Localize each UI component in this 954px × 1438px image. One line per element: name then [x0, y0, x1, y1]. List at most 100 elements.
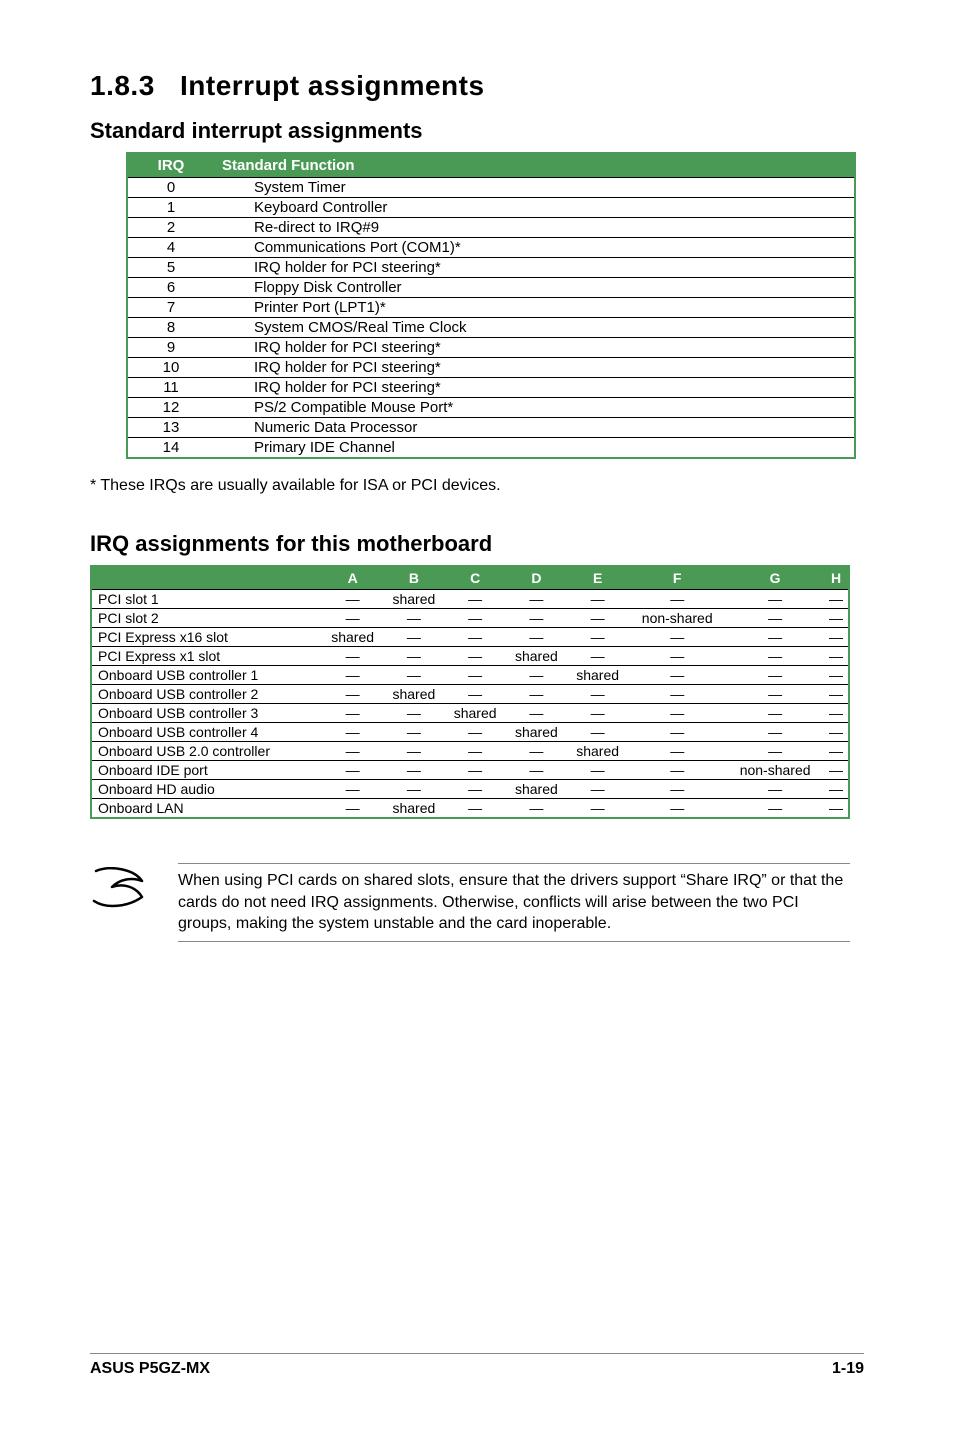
irq-cell: 12 — [127, 398, 214, 418]
table-row: 1Keyboard Controller — [127, 198, 855, 218]
irq-cell: 4 — [127, 238, 214, 258]
assignment-cell: — — [506, 590, 567, 609]
assignment-cell: — — [726, 704, 824, 723]
table-row: 0System Timer — [127, 178, 855, 198]
assignment-cell: — — [322, 780, 383, 799]
callout-text: When using PCI cards on shared slots, en… — [178, 863, 850, 942]
assignment-cell: — — [383, 666, 444, 685]
assignment-cell: — — [567, 780, 628, 799]
irq-cell: 0 — [127, 178, 214, 198]
table-row: 5IRQ holder for PCI steering* — [127, 258, 855, 278]
irq-cell: 10 — [127, 358, 214, 378]
func-cell: IRQ holder for PCI steering* — [214, 338, 855, 358]
device-name-cell: PCI Express x1 slot — [91, 647, 322, 666]
table-row: 14Primary IDE Channel — [127, 438, 855, 459]
assignment-cell: — — [322, 799, 383, 819]
assignment-cell: — — [628, 628, 726, 647]
func-cell: Keyboard Controller — [214, 198, 855, 218]
assignment-cell: — — [383, 628, 444, 647]
assignment-cell: — — [726, 723, 824, 742]
assignment-cell: — — [628, 742, 726, 761]
assignment-cell: non-shared — [726, 761, 824, 780]
func-cell: PS/2 Compatible Mouse Port* — [214, 398, 855, 418]
assignment-cell: — — [824, 704, 849, 723]
assignment-cell: — — [567, 628, 628, 647]
assignment-cell: — — [726, 647, 824, 666]
assignment-cell: — — [824, 628, 849, 647]
assignment-cell: non-shared — [628, 609, 726, 628]
assignment-cell: — — [322, 666, 383, 685]
assignment-cell: — — [445, 666, 506, 685]
std-header-func: Standard Function — [214, 153, 855, 178]
func-cell: Primary IDE Channel — [214, 438, 855, 459]
assignment-cell: — — [628, 685, 726, 704]
subheading-standard: Standard interrupt assignments — [90, 118, 864, 144]
device-name-cell: Onboard USB controller 2 — [91, 685, 322, 704]
assignment-cell: — — [567, 609, 628, 628]
func-cell: Numeric Data Processor — [214, 418, 855, 438]
func-cell: Printer Port (LPT1)* — [214, 298, 855, 318]
assignment-cell: — — [445, 799, 506, 819]
section-heading: 1.8.3Interrupt assignments — [90, 70, 864, 102]
assignment-cell: — — [824, 590, 849, 609]
func-cell: IRQ holder for PCI steering* — [214, 358, 855, 378]
std-footnote: * These IRQs are usually available for I… — [90, 477, 864, 495]
assignment-cell: — — [567, 723, 628, 742]
assignment-cell: — — [322, 723, 383, 742]
assignment-cell: — — [824, 609, 849, 628]
irq-cell: 5 — [127, 258, 214, 278]
table-row: 9IRQ holder for PCI steering* — [127, 338, 855, 358]
table-row: PCI Express x1 slot———shared———— — [91, 647, 849, 666]
irq-cell: 8 — [127, 318, 214, 338]
table-row: Onboard IDE port——————non-shared— — [91, 761, 849, 780]
std-header-irq: IRQ — [127, 153, 214, 178]
func-cell: Re-direct to IRQ#9 — [214, 218, 855, 238]
device-name-cell: Onboard USB 2.0 controller — [91, 742, 322, 761]
assignment-cell: shared — [506, 780, 567, 799]
assignment-cell: — — [824, 761, 849, 780]
assignment-cell: — — [445, 647, 506, 666]
irq-cell: 11 — [127, 378, 214, 398]
table-row: 6Floppy Disk Controller — [127, 278, 855, 298]
assignment-cell: — — [322, 761, 383, 780]
assignment-cell: — — [322, 685, 383, 704]
section-title-text: Interrupt assignments — [180, 70, 485, 101]
assignment-cell: shared — [506, 647, 567, 666]
assignment-cell: shared — [506, 723, 567, 742]
assignment-cell: — — [383, 780, 444, 799]
irq-cell: 1 — [127, 198, 214, 218]
mb-header-cell: G — [726, 566, 824, 590]
func-cell: System CMOS/Real Time Clock — [214, 318, 855, 338]
mb-header-cell: H — [824, 566, 849, 590]
table-row: PCI slot 2—————non-shared—— — [91, 609, 849, 628]
assignment-cell: — — [506, 742, 567, 761]
assignment-cell: — — [506, 666, 567, 685]
assignment-cell: — — [383, 742, 444, 761]
assignment-cell: — — [726, 780, 824, 799]
assignment-cell: shared — [383, 590, 444, 609]
func-cell: IRQ holder for PCI steering* — [214, 258, 855, 278]
standard-irq-table: IRQ Standard Function 0System Timer1Keyb… — [126, 152, 856, 459]
assignment-cell: — — [824, 647, 849, 666]
assignment-cell: — — [726, 609, 824, 628]
irq-cell: 13 — [127, 418, 214, 438]
mb-header-cell: E — [567, 566, 628, 590]
assignment-cell: — — [445, 685, 506, 704]
irq-cell: 2 — [127, 218, 214, 238]
table-row: 8System CMOS/Real Time Clock — [127, 318, 855, 338]
assignment-cell: — — [445, 590, 506, 609]
irq-cell: 14 — [127, 438, 214, 459]
assignment-cell: — — [445, 742, 506, 761]
assignment-cell: shared — [322, 628, 383, 647]
assignment-cell: — — [824, 780, 849, 799]
assignment-cell: — — [567, 590, 628, 609]
assignment-cell: — — [824, 799, 849, 819]
motherboard-irq-table: ABCDEFGH PCI slot 1—shared——————PCI slot… — [90, 565, 850, 819]
assignment-cell: — — [567, 704, 628, 723]
device-name-cell: Onboard USB controller 3 — [91, 704, 322, 723]
assignment-cell: — — [445, 780, 506, 799]
assignment-cell: — — [506, 628, 567, 647]
irq-cell: 6 — [127, 278, 214, 298]
func-cell: IRQ holder for PCI steering* — [214, 378, 855, 398]
assignment-cell: — — [824, 685, 849, 704]
